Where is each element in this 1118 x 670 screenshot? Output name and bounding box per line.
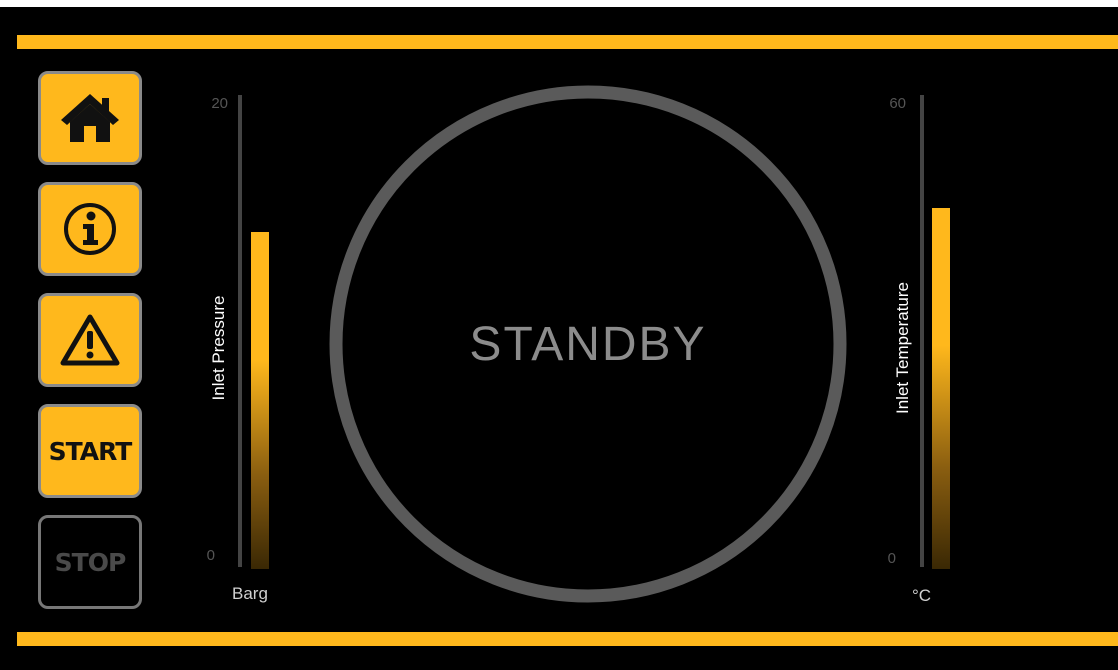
home-icon <box>61 94 119 142</box>
pressure-unit: Barg <box>232 584 268 603</box>
pressure-gauge-fill <box>251 232 269 569</box>
info-icon <box>64 203 116 255</box>
status-text: STANDBY <box>469 318 707 371</box>
pressure-max-tick: 20 <box>211 95 228 112</box>
home-button[interactable] <box>38 71 142 165</box>
warning-icon <box>60 314 120 366</box>
pressure-zero-tick: 0 <box>206 547 215 564</box>
hmi-screen: START STOP 20 0 Inlet Pressure Barg 60 0… <box>0 7 1118 670</box>
info-button[interactable] <box>38 182 142 276</box>
start-button[interactable]: START <box>38 404 142 498</box>
temperature-max-tick: 60 <box>889 95 906 112</box>
start-label: START <box>48 436 133 466</box>
top-accent-bar <box>17 35 1118 49</box>
temperature-gauge-fill <box>932 207 950 569</box>
temperature-gauge-title: Inlet Temperature <box>893 282 912 414</box>
alarms-button[interactable] <box>38 293 142 387</box>
temperature-unit: °C <box>912 586 932 605</box>
bottom-accent-bar <box>17 632 1118 646</box>
temperature-gauge-track <box>920 95 924 567</box>
stop-label: STOP <box>54 547 127 577</box>
pressure-gauge-title: Inlet Pressure <box>209 295 228 401</box>
pressure-gauge-track <box>238 95 242 567</box>
stop-button[interactable]: STOP <box>38 515 142 609</box>
temperature-zero-tick: 0 <box>887 550 896 567</box>
